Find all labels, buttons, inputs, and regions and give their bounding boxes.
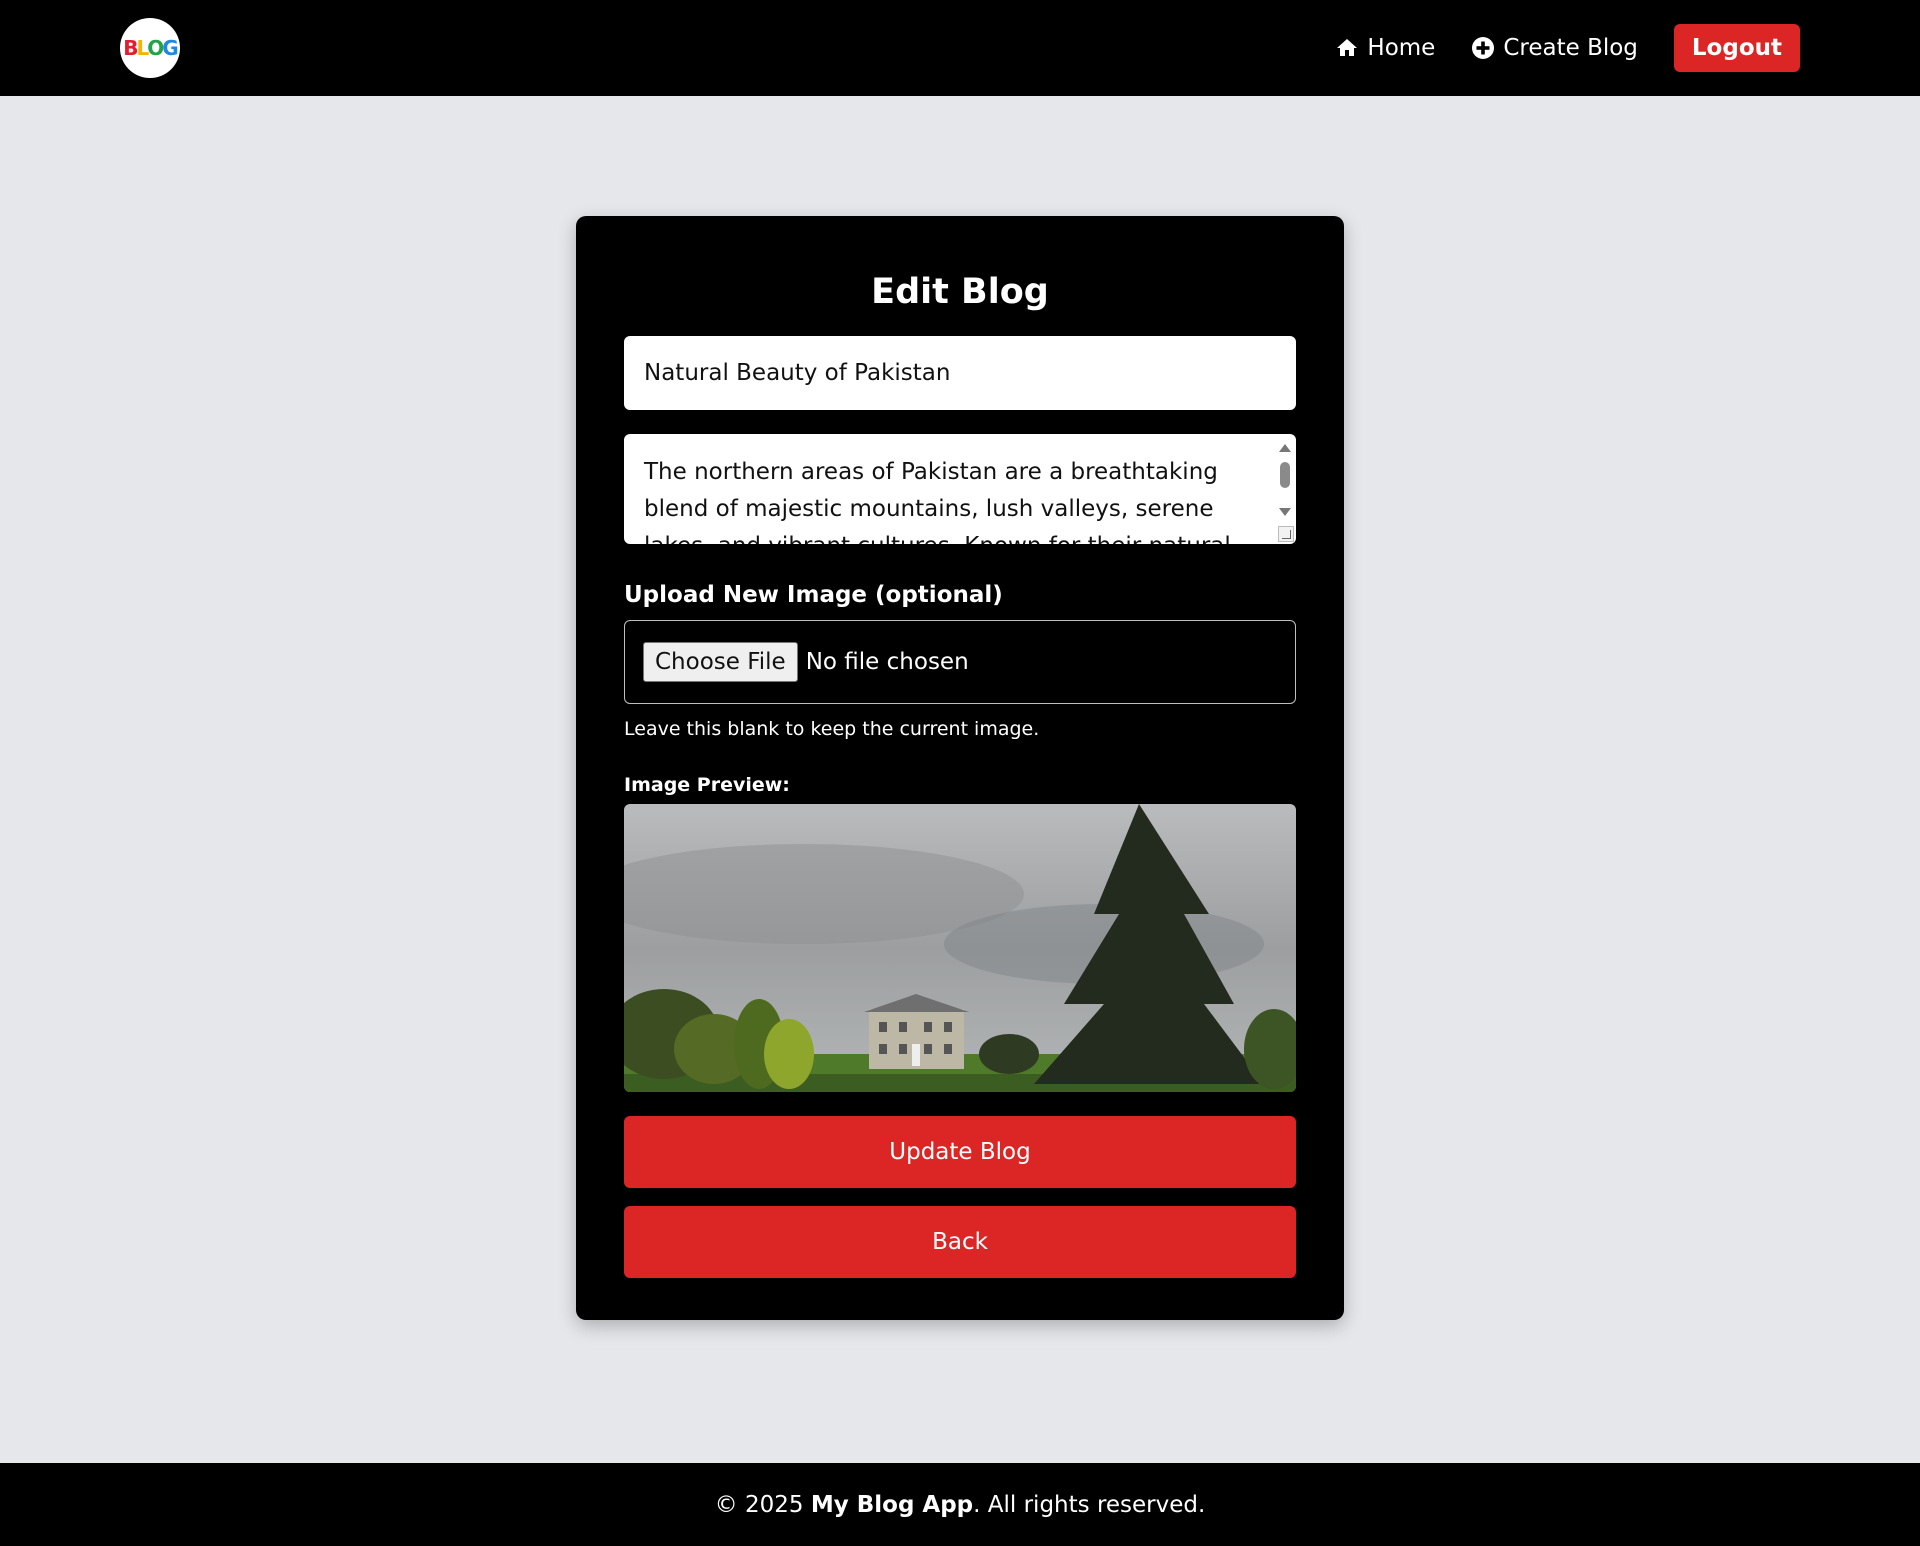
textarea-scrollbar[interactable] <box>1278 440 1292 538</box>
update-blog-button[interactable]: Update Blog <box>624 1116 1296 1188</box>
nav-create-blog-label: Create Blog <box>1503 35 1638 61</box>
logo-letter: G <box>162 36 178 60</box>
navbar: BLOG Home Create Blog Logout <box>0 0 1920 96</box>
choose-file-button[interactable]: Choose File <box>643 642 798 682</box>
scroll-thumb[interactable] <box>1280 462 1290 488</box>
nav-home-label: Home <box>1367 35 1436 61</box>
back-button[interactable]: Back <box>624 1206 1296 1278</box>
blog-logo[interactable]: BLOG <box>120 18 180 78</box>
upload-hint: Leave this blank to keep the current ima… <box>624 718 1040 740</box>
footer-prefix: © 2025 <box>714 1491 804 1518</box>
logo-letter: O <box>147 36 164 60</box>
title-input-value: Natural Beauty of Pakistan <box>644 360 951 386</box>
footer: © 2025 My Blog App. All rights reserved. <box>0 1463 1920 1546</box>
nav-create-blog-link[interactable]: Create Blog <box>1471 35 1638 61</box>
plus-circle-icon <box>1472 37 1495 59</box>
footer-app-name: My Blog App <box>810 1491 974 1518</box>
scroll-down-arrow-icon[interactable] <box>1279 508 1291 516</box>
footer-suffix: . All rights reserved. <box>973 1491 1206 1518</box>
file-status: No file chosen <box>805 649 969 675</box>
preview-label: Image Preview: <box>624 774 790 796</box>
page-title: Edit Blog <box>871 272 1049 312</box>
upload-label: Upload New Image (optional) <box>624 582 1003 608</box>
logo-letter: B <box>123 36 138 60</box>
edit-blog-card: Edit Blog Natural Beauty of Pakistan The… <box>576 216 1344 1320</box>
content-text: The northern areas of Pakistan are a bre… <box>644 459 1231 544</box>
nav-home-link[interactable]: Home <box>1335 35 1435 61</box>
logo-letter: L <box>136 36 150 60</box>
scroll-up-arrow-icon[interactable] <box>1279 444 1291 452</box>
content-textarea[interactable]: The northern areas of Pakistan are a bre… <box>624 434 1296 544</box>
home-icon <box>1337 39 1358 56</box>
logout-button[interactable]: Logout <box>1673 24 1800 72</box>
image-preview <box>624 804 1296 1092</box>
nav-links: Home Create Blog Logout <box>1335 24 1800 72</box>
file-input[interactable]: Choose File No file chosen <box>624 620 1296 704</box>
title-input[interactable]: Natural Beauty of Pakistan <box>624 336 1296 410</box>
resize-grip-icon[interactable] <box>1278 526 1294 542</box>
